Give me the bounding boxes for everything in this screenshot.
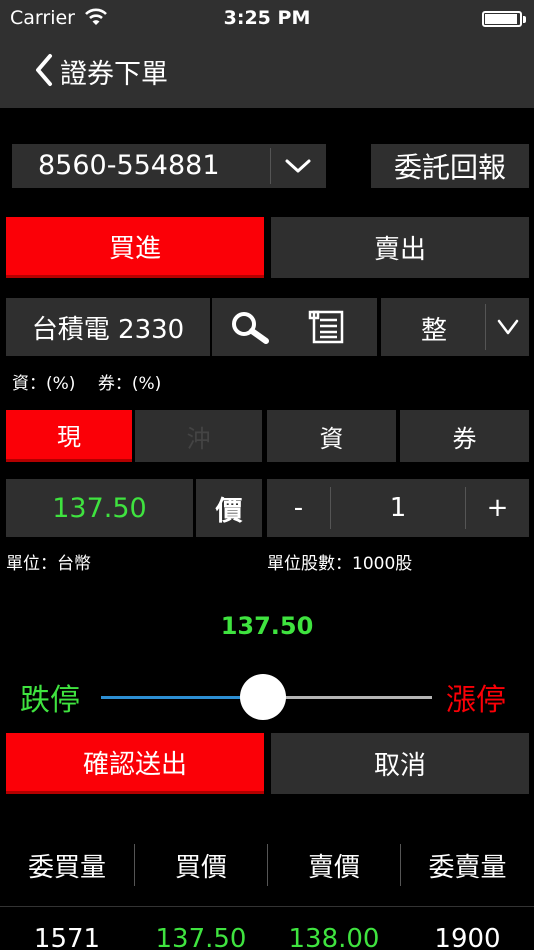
stock-field[interactable]: 台積電 2330 bbox=[6, 298, 210, 356]
margin-ratio-info: 資：(%) 券：(%) bbox=[12, 374, 162, 394]
price-input[interactable]: 137.50 bbox=[6, 479, 193, 537]
search-icon[interactable] bbox=[228, 310, 272, 344]
page-title[interactable]: 證券下單 bbox=[60, 52, 168, 91]
account-value: 8560-554881 bbox=[38, 150, 220, 181]
header-ask-price: 賣價 bbox=[307, 852, 360, 883]
order-book-header: 委買量 買價 賣價 委賣量 bbox=[0, 838, 534, 892]
buy-button[interactable]: 買進 bbox=[6, 217, 264, 278]
slider-price-readout: 137.50 bbox=[220, 612, 314, 640]
tab-short-sell[interactable]: 券 bbox=[400, 410, 529, 462]
tab-day-trade[interactable]: 沖 bbox=[135, 410, 262, 462]
quantity-stepper: - 1 + bbox=[267, 479, 529, 537]
lot-type-selector[interactable]: 整 bbox=[381, 298, 529, 356]
clock: 3:25 PM bbox=[223, 7, 311, 29]
battery-tip bbox=[523, 16, 526, 23]
limit-up-label[interactable]: 漲停 bbox=[446, 675, 506, 719]
nav-bar: 證券下單 bbox=[0, 36, 534, 108]
back-chevron-icon[interactable] bbox=[32, 52, 56, 88]
chevron-down-icon[interactable] bbox=[284, 156, 312, 176]
bid-price-cell: 137.50 bbox=[155, 924, 247, 950]
divider bbox=[270, 148, 271, 184]
ask-volume-cell: 1900 bbox=[434, 924, 501, 950]
sell-button[interactable]: 賣出 bbox=[271, 217, 529, 278]
slider-track-filled[interactable] bbox=[101, 696, 264, 699]
order-report-button[interactable]: 委託回報 bbox=[371, 144, 529, 188]
ask-price-cell: 138.00 bbox=[288, 924, 380, 950]
header-ask-volume: 委賣量 bbox=[428, 852, 507, 883]
order-book-separator bbox=[0, 906, 534, 907]
bid-volume-cell: 1571 bbox=[33, 924, 101, 950]
slider-thumb[interactable] bbox=[240, 674, 287, 720]
tab-cash[interactable]: 現 bbox=[6, 410, 132, 462]
header-bid-price: 買價 bbox=[174, 852, 227, 883]
document-icon[interactable] bbox=[308, 310, 346, 344]
status-bar: Carrier 3:25 PM bbox=[0, 0, 534, 36]
limit-down-label[interactable]: 跌停 bbox=[20, 675, 80, 719]
divider bbox=[485, 304, 486, 350]
confirm-submit-button[interactable]: 確認送出 bbox=[6, 733, 264, 794]
currency-unit: 單位：台幣 bbox=[6, 554, 91, 574]
stock-search-tools bbox=[212, 298, 377, 356]
increment-button[interactable]: + bbox=[466, 479, 529, 537]
chevron-down-icon[interactable] bbox=[497, 316, 519, 338]
quantity-input[interactable]: 1 bbox=[331, 479, 465, 537]
cancel-button[interactable]: 取消 bbox=[271, 733, 529, 794]
header-bid-volume: 委買量 bbox=[27, 852, 106, 883]
battery-icon bbox=[482, 11, 522, 27]
price-type-button[interactable]: 價 bbox=[196, 479, 262, 537]
decrement-button[interactable]: - bbox=[267, 479, 330, 537]
shares-per-unit: 單位股數：1000股 bbox=[267, 554, 413, 574]
tab-margin[interactable]: 資 bbox=[267, 410, 396, 462]
slider-track-empty[interactable] bbox=[263, 696, 432, 699]
account-selector[interactable]: 8560-554881 bbox=[12, 144, 326, 188]
lot-type-value: 整 bbox=[421, 316, 448, 346]
